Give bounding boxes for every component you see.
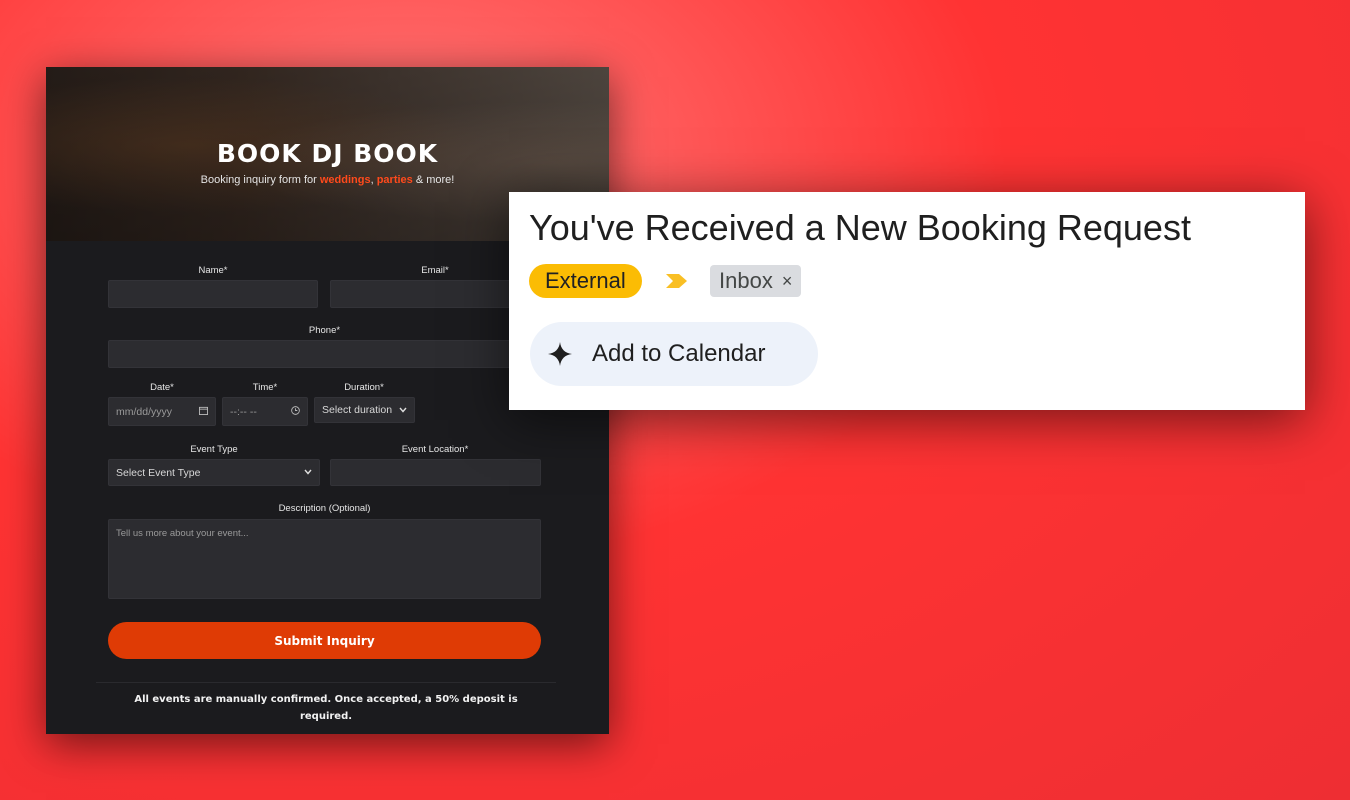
date-placeholder: mm/dd/yyyy <box>116 405 173 418</box>
time-label: Time* <box>252 382 278 393</box>
external-label-chip[interactable]: External <box>529 264 642 298</box>
duration-label: Duration* <box>344 382 384 393</box>
time-input[interactable]: --:-- -- <box>222 397 308 426</box>
date-input[interactable]: mm/dd/yyyy <box>108 397 216 426</box>
phone-label: Phone* <box>308 325 341 336</box>
email-header-card: You've Received a New Booking Request Ex… <box>509 192 1305 410</box>
description-label: Description (Optional) <box>278 503 371 514</box>
phone-input[interactable] <box>108 340 541 368</box>
chevron-down-icon <box>399 405 407 416</box>
name-label: Name* <box>198 265 228 276</box>
date-label: Date* <box>150 382 174 393</box>
divider <box>96 682 556 683</box>
inbox-label: Inbox <box>719 268 773 293</box>
deposit-note: All events are manually confirmed. Once … <box>134 694 518 722</box>
add-to-calendar-label: Add to Calendar <box>592 340 766 367</box>
name-input[interactable] <box>108 280 318 308</box>
event-location-input[interactable] <box>330 459 541 486</box>
add-to-calendar-button[interactable]: Add to Calendar <box>530 322 818 386</box>
inbox-label-chip: Inbox × <box>710 265 802 297</box>
sparkle-icon <box>548 342 572 366</box>
remove-label-icon[interactable]: × <box>782 271 793 292</box>
email-subject: You've Received a New Booking Request <box>529 207 1191 248</box>
form-title: BOOK DJ BOOK <box>216 139 439 168</box>
importance-marker-icon[interactable] <box>664 272 690 290</box>
description-textarea[interactable]: Tell us more about your event... <box>108 519 541 599</box>
event-type-value: Select Event Type <box>116 466 201 479</box>
submit-inquiry-button[interactable]: Submit Inquiry <box>108 622 541 659</box>
chevron-down-icon <box>304 467 312 478</box>
description-placeholder: Tell us more about your event... <box>116 528 249 539</box>
form-subtitle: Booking inquiry form for weddings, parti… <box>200 174 455 186</box>
clock-icon[interactable] <box>291 405 300 418</box>
event-type-label: Event Type <box>190 444 238 455</box>
time-placeholder: --:-- -- <box>230 405 257 418</box>
calendar-icon[interactable] <box>199 406 208 418</box>
event-location-label: Event Location* <box>401 444 469 455</box>
duration-value: Select duration <box>322 404 393 416</box>
event-type-select[interactable]: Select Event Type <box>108 459 320 486</box>
duration-select[interactable]: Select duration <box>314 397 415 423</box>
